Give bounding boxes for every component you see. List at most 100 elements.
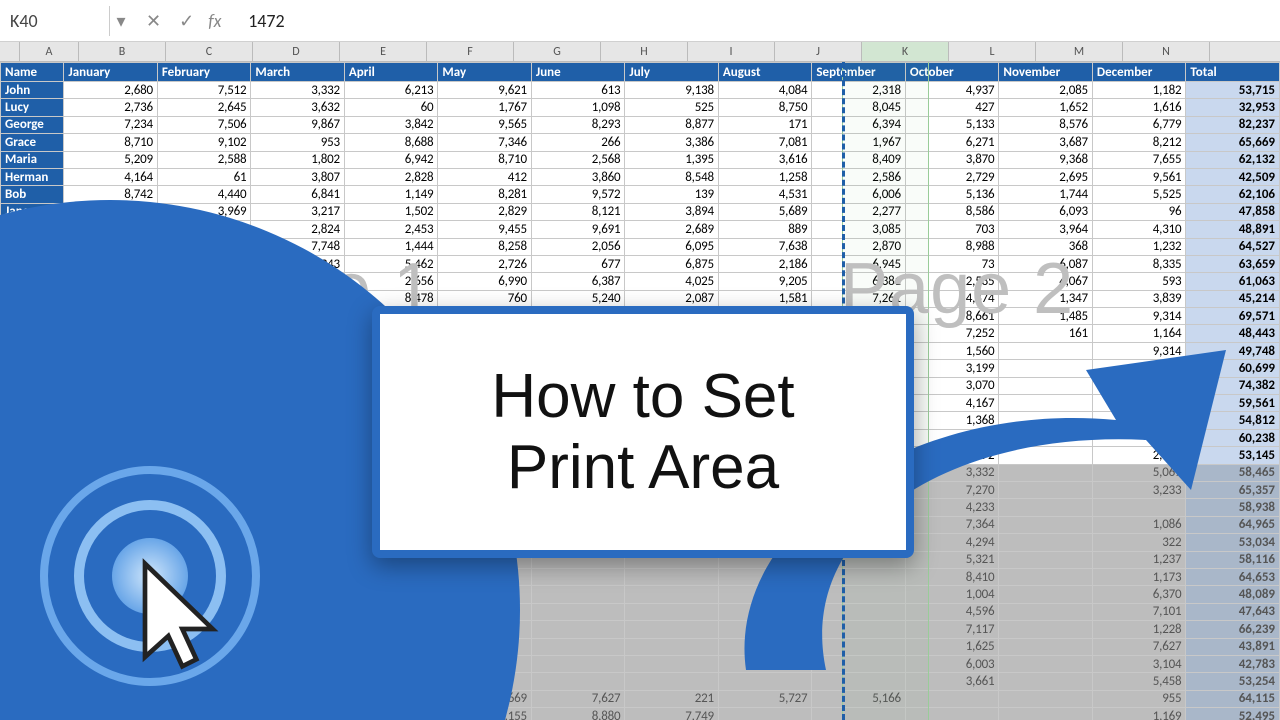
cell[interactable]: 1,767 (438, 99, 532, 116)
cell[interactable]: 9,691 (531, 221, 625, 238)
cell[interactable]: 9,225 (905, 429, 999, 446)
cell[interactable]: 3,332 (251, 82, 345, 99)
cell[interactable] (531, 568, 625, 585)
cell[interactable]: 2,549 (1092, 447, 1186, 464)
table-header[interactable]: September (812, 63, 906, 82)
cell[interactable]: 613 (531, 82, 625, 99)
row-total[interactable]: 64,115 (1186, 690, 1280, 707)
cell[interactable] (999, 655, 1093, 672)
cell[interactable]: 953 (251, 134, 345, 151)
cell[interactable]: 1,237 (1092, 551, 1186, 568)
cell[interactable] (999, 516, 1093, 533)
cell[interactable]: 427 (905, 99, 999, 116)
cell[interactable]: 1,661 (1092, 377, 1186, 394)
cell[interactable]: 6,945 (812, 255, 906, 272)
cell[interactable]: 5,166 (812, 690, 906, 707)
cell[interactable]: 7,627 (531, 690, 625, 707)
cell[interactable] (718, 673, 812, 690)
column-header-A[interactable]: A (20, 42, 79, 61)
cell[interactable] (999, 360, 1093, 377)
cell[interactable] (531, 655, 625, 672)
row-total[interactable]: 65,669 (1186, 134, 1280, 151)
cell[interactable]: 1,169 (1092, 708, 1186, 720)
cell[interactable]: 3,199 (905, 360, 999, 377)
cell[interactable]: 9,368 (999, 151, 1093, 168)
cell[interactable]: 7,270 (905, 481, 999, 498)
cell[interactable]: 4,937 (905, 82, 999, 99)
cell[interactable] (812, 673, 906, 690)
cell[interactable]: 2,453 (344, 221, 438, 238)
cell[interactable] (999, 499, 1093, 516)
cell[interactable]: 139 (625, 186, 719, 203)
cell[interactable]: 6,841 (251, 186, 345, 203)
cell[interactable]: 8,121 (531, 203, 625, 220)
row-total[interactable]: 64,965 (1186, 516, 1280, 533)
cell[interactable] (625, 568, 719, 585)
cell[interactable]: 9,455 (438, 221, 532, 238)
cell[interactable] (812, 586, 906, 603)
cell[interactable]: 3,070 (905, 377, 999, 394)
cell[interactable]: 7,252 (905, 325, 999, 342)
cell[interactable]: 9,314 (1092, 308, 1186, 325)
cell[interactable] (718, 621, 812, 638)
cell[interactable]: 889 (718, 221, 812, 238)
cell[interactable]: 7,261 (812, 290, 906, 307)
cell[interactable]: 1,395 (625, 151, 719, 168)
cell[interactable]: 6,381 (812, 273, 906, 290)
row-total[interactable]: 53,715 (1186, 82, 1280, 99)
cell[interactable]: 8,783 (1092, 360, 1186, 377)
cell[interactable]: 6,394 (812, 116, 906, 133)
cell[interactable]: 3,616 (718, 151, 812, 168)
cell[interactable]: 5,525 (1092, 186, 1186, 203)
cell[interactable]: 1,802 (251, 151, 345, 168)
cell[interactable]: 8,880 (531, 708, 625, 720)
cell[interactable]: 1,258 (718, 168, 812, 185)
accept-icon[interactable]: ✓ (179, 10, 194, 32)
cell[interactable]: 2,726 (438, 255, 532, 272)
cell[interactable]: 4,874 (905, 290, 999, 307)
cell[interactable]: 1,004 (905, 586, 999, 603)
cancel-icon[interactable]: ✕ (146, 10, 161, 32)
row-total[interactable]: 64,527 (1186, 238, 1280, 255)
cell[interactable]: 2,318 (812, 82, 906, 99)
cell[interactable] (812, 638, 906, 655)
row-total[interactable]: 63,659 (1186, 255, 1280, 272)
cell[interactable]: 2,829 (438, 203, 532, 220)
table-header[interactable]: January (64, 63, 158, 82)
cell[interactable]: 6,387 (531, 273, 625, 290)
cell[interactable]: 677 (531, 255, 625, 272)
cell[interactable] (812, 708, 906, 720)
cell[interactable]: 760 (438, 290, 532, 307)
cell[interactable] (718, 708, 812, 720)
cell[interactable]: 4,440 (157, 186, 251, 203)
cell[interactable]: 3,386 (625, 134, 719, 151)
cell[interactable]: 1,625 (905, 638, 999, 655)
cell[interactable]: 9,102 (157, 134, 251, 151)
column-header-L[interactable]: L (949, 42, 1036, 61)
cell[interactable]: 525 (625, 99, 719, 116)
cell[interactable] (1092, 395, 1186, 412)
row-name[interactable]: Grace (1, 134, 64, 151)
cell[interactable]: 1,581 (718, 290, 812, 307)
cell[interactable]: 73 (905, 255, 999, 272)
cell[interactable] (999, 377, 1093, 394)
cell[interactable]: 8,258 (438, 238, 532, 255)
cell[interactable] (718, 655, 812, 672)
cell[interactable]: 4,531 (718, 186, 812, 203)
table-header[interactable]: August (718, 63, 812, 82)
cell[interactable] (999, 551, 1093, 568)
cell[interactable]: 1,173 (1092, 568, 1186, 585)
cell[interactable]: 322 (1092, 534, 1186, 551)
cell[interactable]: 1,347 (999, 290, 1093, 307)
cell[interactable]: 8,293 (531, 116, 625, 133)
cell[interactable]: 7,234 (64, 116, 158, 133)
cell[interactable]: 3,104 (1092, 655, 1186, 672)
row-name[interactable]: George (1, 116, 64, 133)
column-header-E[interactable]: E (340, 42, 427, 61)
cell[interactable]: 3,807 (251, 168, 345, 185)
cell[interactable] (531, 638, 625, 655)
row-total[interactable]: 62,132 (1186, 151, 1280, 168)
cell[interactable] (999, 342, 1093, 359)
cell[interactable]: 3,332 (905, 464, 999, 481)
table-header[interactable]: December (1092, 63, 1186, 82)
